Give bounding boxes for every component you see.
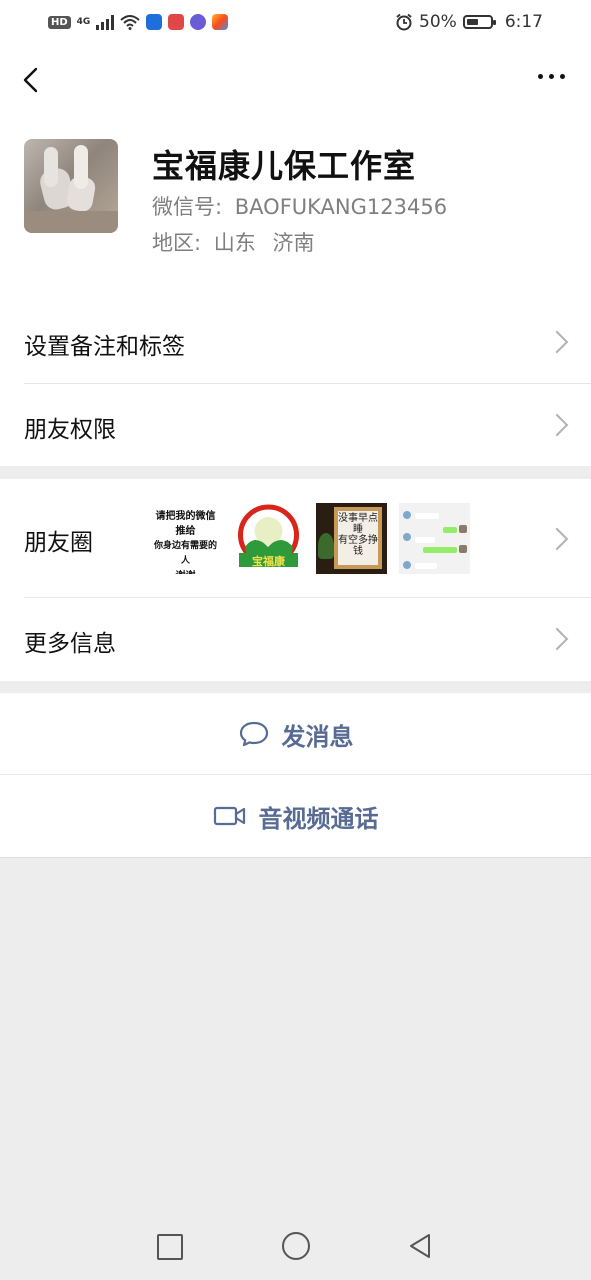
chat-bubble-icon [239, 721, 268, 747]
chevron-right-icon [545, 627, 569, 651]
app-icon-red [168, 14, 185, 30]
recent-apps-icon[interactable] [157, 1234, 183, 1260]
profile-header: 宝福康儿保工作室 微信号: BAOFUKANG123456 地区: 山东 济南 [0, 116, 591, 300]
remarks-tags-row[interactable]: 设置备注和标签 [0, 300, 591, 383]
region: 地区: 山东 济南 [152, 227, 314, 257]
app-icon-multicolor [212, 14, 229, 30]
app-icon-blue [146, 14, 163, 30]
thumb-text-line: 你身边有需要的人 [153, 541, 217, 566]
thumb-text-line: 谢谢 [150, 569, 221, 574]
moments-label: 朋友圈 [24, 530, 93, 556]
wechat-id-label: 微信号: [152, 195, 223, 219]
moments-thumbnails: 请把我的微信 推给 你身边有需要的人 谢谢 宝福康 没事早点睡 [150, 503, 470, 574]
profile-name: 宝福康儿保工作室 [152, 147, 417, 185]
chevron-right-icon [545, 330, 569, 354]
more-info-row[interactable]: 更多信息 [0, 598, 591, 681]
avatar[interactable] [24, 139, 118, 233]
settings-section: 设置备注和标签 朋友权限 [0, 300, 591, 466]
alarm-icon [396, 13, 412, 31]
moments-thumb[interactable]: 宝福康 [233, 503, 304, 574]
poem-line: 有空多挣钱 [338, 535, 378, 557]
moments-section: 朋友圈 请把我的微信 推给 你身边有需要的人 谢谢 宝福康 [0, 479, 591, 681]
send-message-button[interactable]: 发消息 [0, 693, 591, 775]
more-info-label: 更多信息 [24, 631, 116, 657]
battery-icon [462, 15, 496, 29]
audio-video-call-label: 音视频通话 [258, 804, 379, 833]
moments-thumb[interactable] [399, 503, 470, 574]
chevron-right-icon [545, 527, 569, 551]
region-label: 地区: [152, 231, 202, 255]
clock: 6:17 [504, 12, 543, 32]
region-province: 山东 [213, 231, 256, 255]
moments-row[interactable]: 朋友圈 请把我的微信 推给 你身边有需要的人 谢谢 宝福康 [0, 479, 591, 597]
status-left: HD 4G [48, 14, 229, 30]
audio-video-call-button[interactable]: 音视频通话 [0, 775, 591, 857]
moments-thumb[interactable]: 没事早点睡 有空多挣钱 [316, 503, 387, 574]
divider [0, 857, 591, 858]
battery-percent: 50% [419, 12, 457, 32]
poem-line: 没事早点睡 [338, 513, 378, 535]
plant-shape [318, 533, 334, 559]
video-camera-icon [213, 806, 245, 826]
chevron-right-icon [545, 413, 569, 437]
network-type: 4G [76, 17, 91, 27]
chevron-left-icon[interactable] [18, 66, 46, 94]
back-triangle-icon[interactable] [407, 1232, 433, 1260]
signal-icon [96, 14, 115, 30]
status-right: 50% 6:17 [395, 12, 543, 32]
friend-permissions-label: 朋友权限 [24, 417, 116, 443]
wechat-id: 微信号: BAOFUKANG123456 [152, 191, 447, 221]
system-nav-bar [0, 1212, 591, 1280]
thumb-text-line: 请把我的微信 [155, 511, 216, 522]
thumb-text-line: 推给 [175, 526, 196, 537]
friend-permissions-row[interactable]: 朋友权限 [0, 384, 591, 466]
moments-thumb[interactable]: 请把我的微信 推给 你身边有需要的人 谢谢 [150, 503, 221, 574]
home-icon[interactable] [282, 1232, 310, 1260]
more-dots-icon[interactable] [538, 74, 565, 79]
wifi-icon [120, 15, 140, 30]
send-message-label: 发消息 [281, 722, 354, 751]
top-nav [0, 44, 591, 116]
wechat-id-value: BAOFUKANG123456 [234, 195, 448, 219]
status-bar: HD 4G 50% 6:17 [0, 0, 591, 44]
remarks-tags-label: 设置备注和标签 [24, 334, 185, 360]
logo-text: 宝福康 [252, 555, 285, 568]
hd-badge: HD [48, 15, 71, 29]
app-icon-purple [190, 14, 207, 30]
poem-paper: 没事早点睡 有空多挣钱 [338, 511, 378, 565]
region-city: 济南 [272, 231, 315, 255]
